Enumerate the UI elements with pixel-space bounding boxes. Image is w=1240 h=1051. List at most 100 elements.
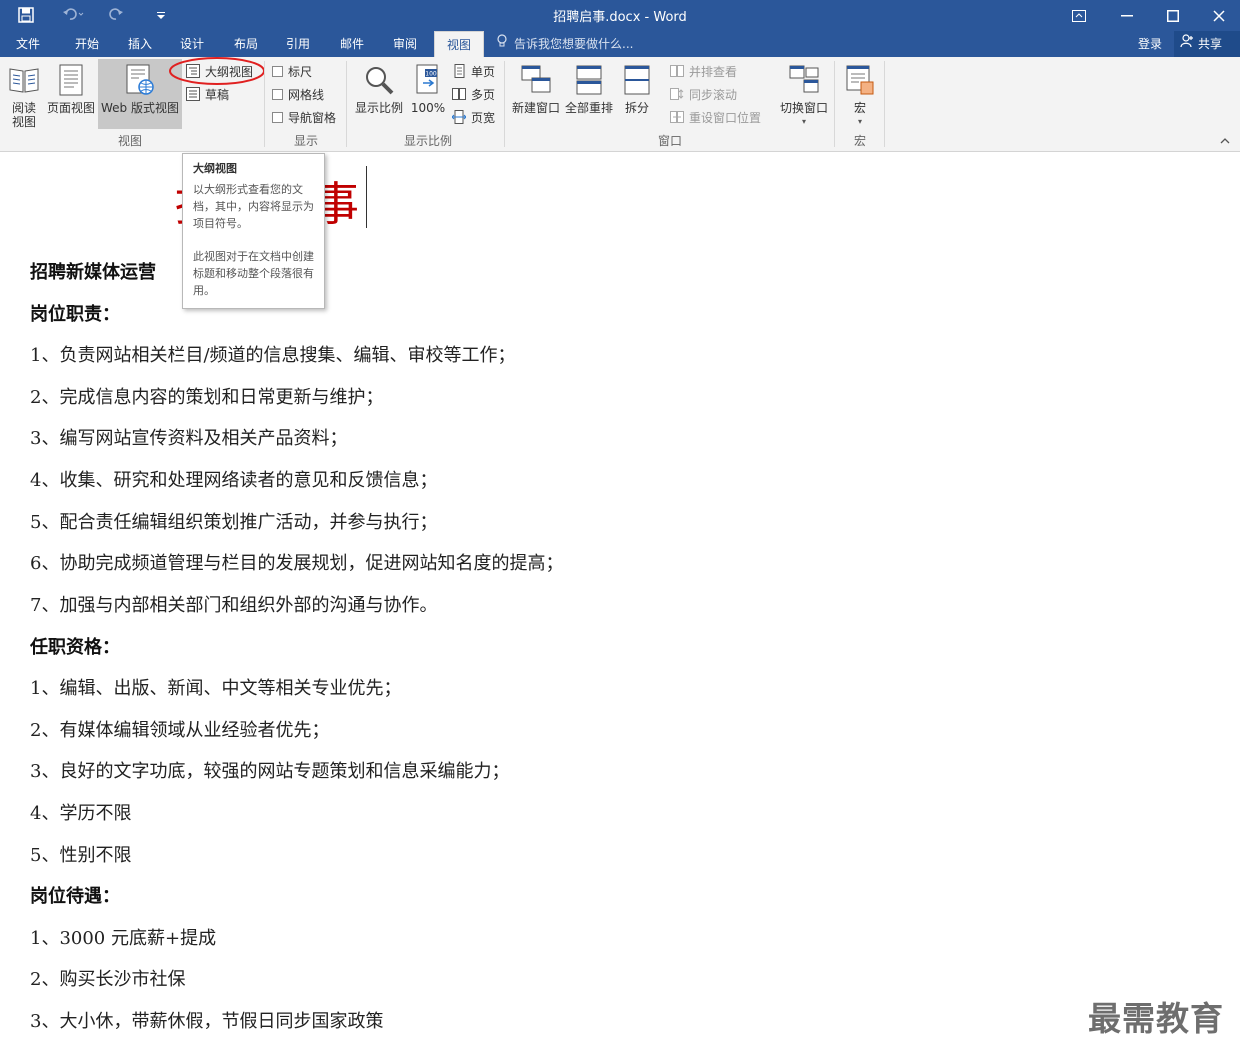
split-icon (620, 63, 654, 97)
reset-position-icon (670, 110, 684, 124)
list-item[interactable]: 2、完成信息内容的策划和日常更新与维护； (30, 383, 383, 409)
minimize-button[interactable] (1104, 0, 1150, 31)
gridlines-check-box[interactable] (272, 88, 283, 100)
list-item[interactable]: 7、加强与内部相关部门和组织外部的沟通与协作。 (30, 591, 437, 617)
arrange-all-button[interactable]: 全部重排 (564, 59, 614, 129)
list-item[interactable]: 2、有媒体编辑领域从业经验者优先； (30, 716, 329, 742)
switch-windows-label: 切换窗口 (779, 101, 828, 115)
draft-button[interactable]: 草稿 (186, 84, 229, 104)
zoom-100-label: 100% (410, 101, 446, 115)
tab-insert[interactable]: 插入 (116, 31, 164, 57)
group-separator (884, 61, 885, 147)
sync-scroll-icon (670, 87, 684, 101)
one-page-label: 单页 (471, 64, 496, 79)
page-width-button[interactable]: 页宽 (452, 107, 495, 127)
ruler-check-box[interactable] (272, 65, 283, 77)
share-label: 共享 (1198, 37, 1223, 51)
lightbulb-icon (496, 31, 508, 57)
collapse-ribbon-icon[interactable] (1218, 135, 1232, 147)
group-separator (346, 61, 347, 147)
page-width-label: 页宽 (471, 110, 496, 125)
share-button[interactable]: 共享 (1174, 31, 1240, 57)
zoom-button[interactable]: 显示比例 (352, 59, 406, 129)
tooltip-title: 大纲视图 (193, 162, 237, 175)
ruler-label: 标尺 (288, 64, 313, 79)
switch-windows-button[interactable]: 切换窗口 ▾ (776, 59, 832, 129)
list-item[interactable]: 3、良好的文字功底，较强的网站专题策划和信息采编能力； (30, 757, 509, 783)
tab-review[interactable]: 审阅 (380, 31, 430, 57)
list-item[interactable]: 3、编写网站宣传资料及相关产品资料； (30, 424, 347, 450)
svg-text:100: 100 (425, 71, 437, 78)
list-item[interactable]: 6、协助完成频道管理与栏目的发展规划，促进网站知名度的提高； (30, 549, 563, 575)
reset-window-position-button[interactable]: 重设窗口位置 (670, 107, 761, 127)
web-layout-label: Web 版式视图 (101, 101, 179, 115)
list-item[interactable]: 1、编辑、出版、新闻、中文等相关专业优先； (30, 674, 401, 700)
group-label-zoom: 显示比例 (403, 134, 452, 148)
section-heading[interactable]: 任职资格： (30, 633, 120, 659)
zoom-100-button[interactable]: 100 100% (408, 59, 448, 129)
nav-pane-check-box[interactable] (272, 111, 283, 123)
read-mode-label-2: 视图 (11, 115, 36, 129)
new-window-button[interactable]: 新建窗口 (508, 59, 564, 129)
ribbon-display-options-button[interactable] (1056, 0, 1102, 31)
multi-page-icon (452, 87, 466, 101)
tab-design[interactable]: 设计 (168, 31, 216, 57)
gridlines-checkbox[interactable]: 网格线 (272, 84, 324, 104)
read-mode-label-1: 阅读 (11, 101, 36, 115)
section-heading[interactable]: 岗位待遇： (30, 882, 120, 908)
list-item[interactable]: 1、负责网站相关栏目/频道的信息搜集、编辑、审校等工作； (30, 341, 516, 367)
tab-home[interactable]: 开始 (62, 31, 112, 57)
maximize-button[interactable] (1150, 0, 1196, 31)
view-side-by-side-button[interactable]: 并排查看 (670, 61, 737, 81)
multiple-pages-button[interactable]: 多页 (452, 84, 495, 104)
watermark-logo: 最需教育 (1088, 999, 1224, 1038)
section-heading[interactable]: 岗位职责： (30, 300, 120, 326)
magnifier-icon (362, 63, 396, 97)
highlight-circle (169, 57, 265, 85)
list-item[interactable]: 5、配合责任编辑组织策划推广活动，并参与执行； (30, 508, 437, 534)
one-page-button[interactable]: 单页 (452, 61, 495, 81)
synchronous-scrolling-button[interactable]: 同步滚动 (670, 84, 737, 104)
tooltip-description: 以大纲形式查看您的文档，其中，内容将显示为项目符号。 (193, 183, 314, 230)
list-item[interactable]: 1、3000 元底薪+提成 (30, 924, 216, 950)
print-layout-button[interactable]: 页面视图 (46, 59, 96, 129)
list-item[interactable]: 5、性别不限 (30, 841, 131, 867)
book-icon (7, 63, 41, 97)
tell-me-text: 告诉我您想要做什么... (514, 37, 634, 51)
window-title: 招聘启事.docx - Word (553, 10, 687, 25)
ribbon-tab-bar: 文件 开始 插入 设计 布局 引用 邮件 审阅 视图 告诉我您想要做什么... … (0, 31, 1240, 57)
list-item[interactable]: 2、购买长沙市社保 (30, 965, 185, 991)
tab-layout[interactable]: 布局 (222, 31, 270, 57)
tab-file[interactable]: 文件 (6, 31, 50, 57)
group-label-views: 视图 (117, 134, 142, 148)
job-title[interactable]: 招聘新媒体运营 (30, 258, 156, 284)
arrange-all-icon (572, 63, 606, 97)
list-item[interactable]: 3、大小休，带薪休假，节假日同步国家政策 (30, 1007, 383, 1033)
group-label-show: 显示 (293, 134, 318, 148)
ribbon: 阅读 视图 页面视图 Web 版式视图 大纲视图 草稿 视图 标尺 网格线 导航… (0, 57, 1240, 152)
close-button[interactable] (1196, 0, 1240, 31)
split-button[interactable]: 拆分 (616, 59, 658, 129)
sign-in-link[interactable]: 登录 (1138, 31, 1162, 57)
page-100-icon: 100 (411, 63, 445, 97)
navigation-pane-checkbox[interactable]: 导航窗格 (272, 107, 336, 127)
read-mode-button[interactable]: 阅读 视图 (4, 59, 44, 129)
draft-label: 草稿 (205, 87, 230, 102)
macros-button[interactable]: 宏 ▾ (840, 59, 880, 129)
list-item[interactable]: 4、学历不限 (30, 799, 131, 825)
tab-mailings[interactable]: 邮件 (328, 31, 376, 57)
chevron-down-icon: ▾ (857, 117, 862, 126)
tell-me-box[interactable]: 告诉我您想要做什么... (496, 31, 633, 57)
group-separator (834, 61, 835, 147)
tab-view[interactable]: 视图 (434, 31, 484, 57)
group-label-macros: 宏 (853, 134, 866, 148)
switch-windows-icon (787, 63, 821, 97)
split-label: 拆分 (624, 101, 649, 115)
tab-references[interactable]: 引用 (274, 31, 322, 57)
ruler-checkbox[interactable]: 标尺 (272, 61, 312, 81)
add-person-icon (1180, 31, 1194, 57)
side-by-side-label: 并排查看 (689, 64, 738, 79)
list-item[interactable]: 4、收集、研究和处理网络读者的意见和反馈信息； (30, 466, 437, 492)
sync-scroll-label: 同步滚动 (689, 87, 738, 102)
group-label-window: 窗口 (657, 134, 682, 148)
